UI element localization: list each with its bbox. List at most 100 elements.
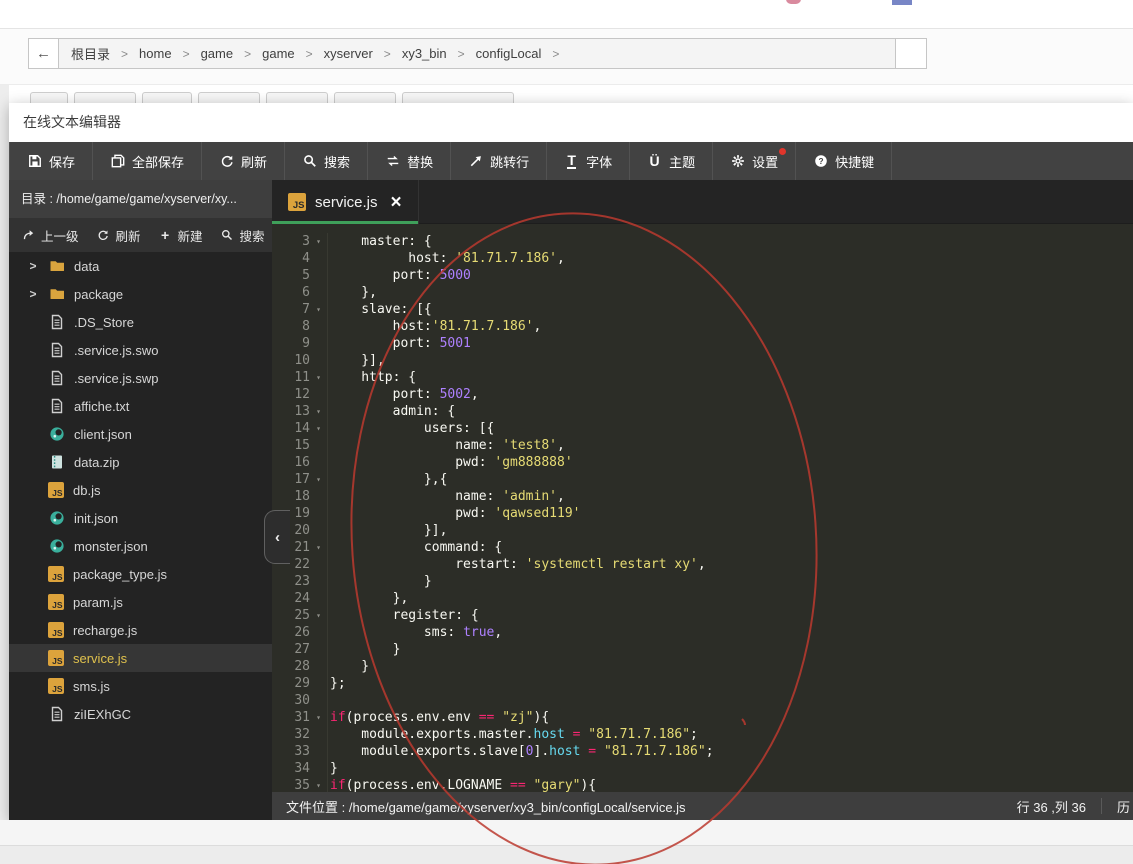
goto-line-button[interactable]: 跳转行 [451,142,547,180]
code-line[interactable]: 20 }], [272,522,1133,539]
code-line[interactable]: 7▾ slave: [{ [272,301,1133,318]
code-line[interactable]: 35▾if(process.env.LOGNAME == "gary"){ [272,777,1133,792]
replace-button[interactable]: 替换 [368,142,451,180]
file-tree-item-ds-store[interactable]: .DS_Store [9,308,272,336]
save-button[interactable]: 保存 [9,142,93,180]
file-tree-item-client-json[interactable]: client.json [9,420,272,448]
history-button[interactable]: 历 [1117,797,1133,816]
tab-service-js[interactable]: JS service.js × [272,180,419,224]
font-button[interactable]: T字体 [547,142,630,180]
code-line[interactable]: 5 port: 5000 [272,267,1133,284]
chevron-right-icon[interactable]: > [27,259,39,273]
code-line[interactable]: 3▾ master: { [272,233,1133,250]
fold-arrow-icon[interactable]: ▾ [310,607,328,624]
fold-arrow-icon[interactable]: ▾ [310,471,328,488]
theme-button[interactable]: Ü主题 [630,142,713,180]
background-button[interactable] [30,92,68,103]
fold-arrow-icon[interactable]: ▾ [310,369,328,386]
search-button[interactable]: 搜索 [221,226,265,245]
file-tree-item-service-js[interactable]: JSservice.js [9,644,272,672]
file-tree-item-affiche-txt[interactable]: affiche.txt [9,392,272,420]
save-all-button[interactable]: 全部保存 [93,142,202,180]
code-line[interactable]: 27 } [272,641,1133,658]
file-tree-item-sms-js[interactable]: JSsms.js [9,672,272,700]
file-tree-item-monster-json[interactable]: monster.json [9,532,272,560]
file-tree-item-service-js-swp[interactable]: .service.js.swp [9,364,272,392]
fold-arrow-icon[interactable]: ▾ [310,539,328,556]
code-line[interactable]: 19 pwd: 'qawsed119' [272,505,1133,522]
file-tree-item-db-js[interactable]: JSdb.js [9,476,272,504]
file-tree-item-service-js-swo[interactable]: .service.js.swo [9,336,272,364]
file-tree-item-ziiexhgc[interactable]: ziIEXhGC [9,700,272,728]
code-line[interactable]: 29}; [272,675,1133,692]
code-line[interactable]: 18 name: 'admin', [272,488,1133,505]
code-line[interactable]: 10 }], [272,352,1133,369]
code-line[interactable]: 28 } [272,658,1133,675]
new-button[interactable]: +新建 [159,226,203,245]
background-button[interactable] [142,92,192,103]
breadcrumb-item[interactable]: 根目录 [71,44,110,63]
fold-arrow-icon[interactable]: ▾ [310,709,328,726]
breadcrumb-refresh-button[interactable] [896,38,927,69]
chevron-right-icon[interactable]: > [27,287,39,301]
search-button[interactable]: 搜索 [285,142,368,180]
code-line[interactable]: 4 host: '81.71.7.186', [272,250,1133,267]
background-button[interactable] [334,92,396,103]
code-line[interactable]: 26 sms: true, [272,624,1133,641]
file-tree-item-recharge-js[interactable]: JSrecharge.js [9,616,272,644]
fold-arrow-icon[interactable]: ▾ [310,777,328,792]
background-button[interactable] [402,92,514,103]
code-editor[interactable]: 3▾ master: {4 host: '81.71.7.186',5 port… [272,224,1133,792]
background-button[interactable] [74,92,136,103]
file-tree-item-package[interactable]: >package [9,280,272,308]
code-line[interactable]: 34} [272,760,1133,777]
code-line[interactable]: 14▾ users: [{ [272,420,1133,437]
line-number: 24 [272,590,310,607]
breadcrumb-item[interactable]: game [262,46,295,61]
code-line[interactable]: 9 port: 5001 [272,335,1133,352]
refresh-button[interactable]: 刷新 [202,142,285,180]
code-line[interactable]: 30 [272,692,1133,709]
back-button[interactable]: ← [28,38,59,69]
code-line[interactable]: 17▾ },{ [272,471,1133,488]
file-tree-item-data[interactable]: >data [9,252,272,280]
fold-arrow-icon[interactable]: ▾ [310,301,328,318]
code-token: host: [330,251,455,266]
help-button[interactable]: ?快捷键 [796,142,892,180]
file-tree-item-data-zip[interactable]: data.zip [9,448,272,476]
code-line[interactable]: 33 module.exports.slave[0].host = "81.71… [272,743,1133,760]
file-tree-item-package-type-js[interactable]: JSpackage_type.js [9,560,272,588]
background-button[interactable] [198,92,260,103]
code-line[interactable]: 13▾ admin: { [272,403,1133,420]
code-line[interactable]: 15 name: 'test8', [272,437,1133,454]
breadcrumb-item[interactable]: configLocal [476,46,542,61]
code-line[interactable]: 22 restart: 'systemctl restart xy', [272,556,1133,573]
fold-arrow-icon[interactable]: ▾ [310,233,328,250]
code-line[interactable]: 25▾ register: { [272,607,1133,624]
sidebar-collapse-handle[interactable]: ‹ [264,510,290,564]
code-line[interactable]: 8 host:'81.71.7.186', [272,318,1133,335]
tab-close-icon[interactable]: × [391,193,402,212]
code-line[interactable]: 31▾if(process.env.env == "zj"){ [272,709,1133,726]
breadcrumb-item[interactable]: home [139,46,172,61]
code-line[interactable]: 12 port: 5002, [272,386,1133,403]
breadcrumb-item[interactable]: xyserver [324,46,373,61]
refresh-button[interactable]: 刷新 [97,226,141,245]
code-line[interactable]: 16 pwd: 'gm888888' [272,454,1133,471]
file-tree-item-init-json[interactable]: init.json [9,504,272,532]
code-line[interactable]: 24 }, [272,590,1133,607]
code-token: } [330,761,338,776]
breadcrumb-item[interactable]: game [201,46,234,61]
code-line[interactable]: 32 module.exports.master.host = "81.71.7… [272,726,1133,743]
background-button[interactable] [266,92,328,103]
code-line[interactable]: 11▾ http: { [272,369,1133,386]
code-line[interactable]: 23 } [272,573,1133,590]
breadcrumb-item[interactable]: xy3_bin [402,46,447,61]
fold-arrow-icon[interactable]: ▾ [310,420,328,437]
settings-button[interactable]: 设置 [713,142,796,180]
up-level-button[interactable]: 上一级 [22,226,79,245]
file-tree-item-param-js[interactable]: JSparam.js [9,588,272,616]
code-line[interactable]: 21▾ command: { [272,539,1133,556]
fold-arrow-icon[interactable]: ▾ [310,403,328,420]
code-line[interactable]: 6 }, [272,284,1133,301]
